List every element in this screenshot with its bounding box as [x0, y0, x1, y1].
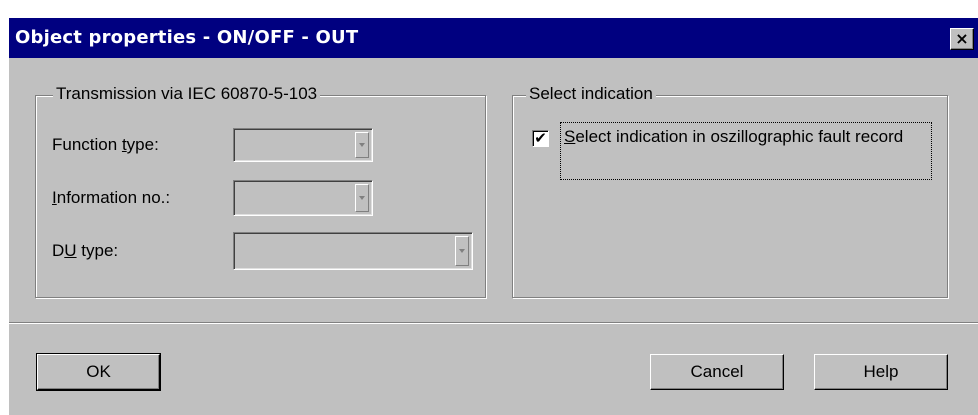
object-properties-dialog: Object properties - ON/OFF - OUT × Trans… — [9, 18, 978, 415]
cancel-button-label: Cancel — [690, 362, 744, 381]
information-no-label: Information no.: — [52, 188, 171, 207]
function-type-dropdown-button[interactable] — [355, 132, 369, 158]
close-icon: × — [955, 29, 969, 48]
du-type-dropdown[interactable] — [233, 232, 473, 270]
window-title: Object properties - ON/OFF - OUT — [15, 27, 359, 48]
help-button[interactable]: Help — [814, 354, 948, 390]
chevron-down-icon — [459, 249, 465, 253]
chevron-down-icon — [359, 143, 365, 147]
ok-button-label: OK — [86, 362, 111, 381]
function-type-label: Function type: — [52, 135, 159, 154]
information-no-dropdown[interactable] — [233, 180, 373, 216]
transmission-group-legend: Transmission via IEC 60870-5-103 — [53, 84, 321, 104]
close-button[interactable]: × — [950, 28, 974, 50]
information-no-dropdown-button[interactable] — [355, 184, 369, 212]
help-button-label: Help — [863, 362, 899, 381]
cancel-button[interactable]: Cancel — [650, 354, 784, 390]
function-type-dropdown[interactable] — [233, 128, 373, 162]
select-indication-checkbox-label[interactable]: Select indication in oszillographic faul… — [564, 126, 928, 148]
chevron-down-icon — [359, 196, 365, 200]
title-bar[interactable]: Object properties - ON/OFF - OUT × — [9, 18, 978, 58]
button-separator — [9, 322, 978, 324]
select-indication-legend: Select indication — [526, 84, 656, 104]
select-indication-checkbox[interactable]: ✔ — [532, 130, 549, 147]
ok-button[interactable]: OK — [36, 353, 161, 391]
du-type-label: DU type: — [52, 241, 119, 260]
du-type-dropdown-button[interactable] — [455, 236, 469, 266]
checkmark-icon: ✔ — [534, 129, 547, 147]
